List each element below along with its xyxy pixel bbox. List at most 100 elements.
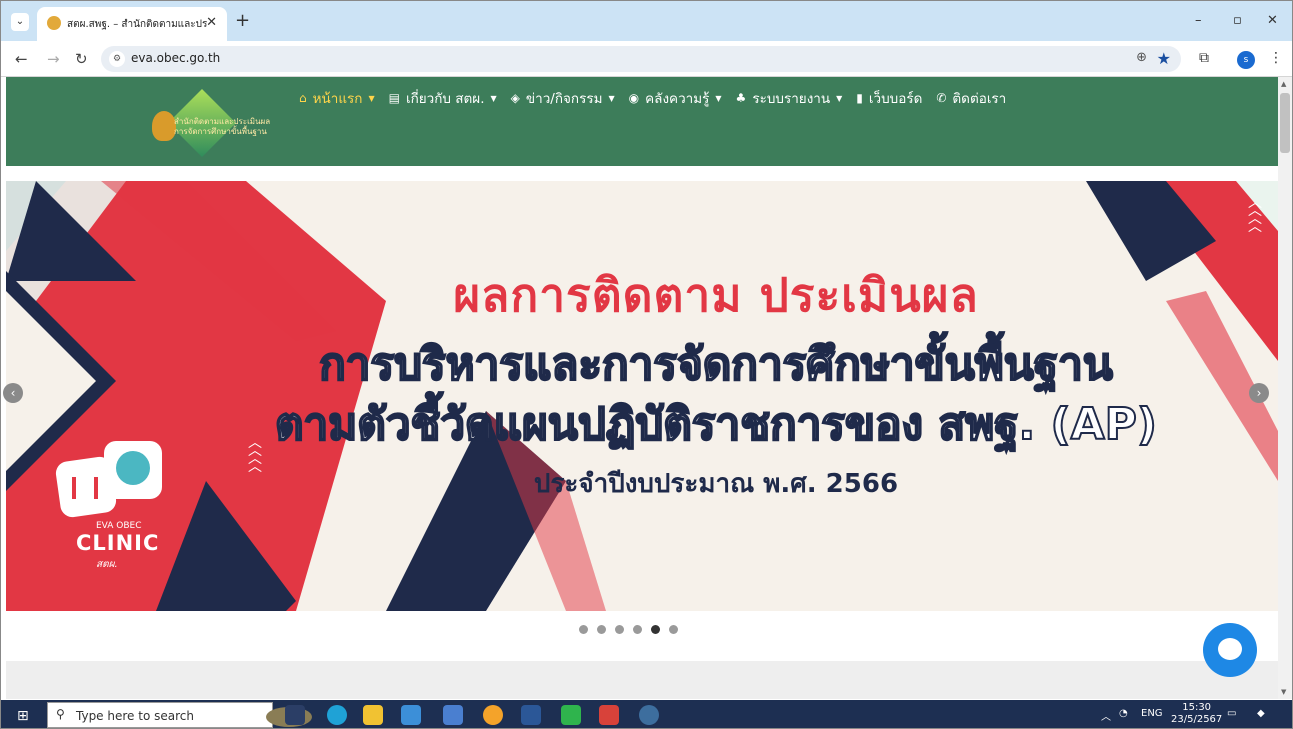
hero-banner-slide[interactable]: ผลการติดตาม ประเมินผล การบริหารและการจัด… bbox=[6, 181, 1278, 611]
reload-icon[interactable]: ↻ bbox=[75, 50, 88, 68]
menu-label: ข่าว/กิจกรรม bbox=[525, 91, 603, 107]
caret-down-icon: ▼ bbox=[608, 93, 615, 103]
caret-down-icon: ▼ bbox=[715, 93, 722, 103]
menu-item-news[interactable]: ◈ ข่าว/กิจกรรม ▼ bbox=[511, 87, 615, 109]
site-header: สำนักติดตามและประเมินผล การจัดการศึกษาขั… bbox=[6, 77, 1278, 166]
language-indicator[interactable]: ENG bbox=[1141, 708, 1163, 719]
caret-down-icon: ▼ bbox=[836, 93, 843, 103]
word-icon[interactable] bbox=[521, 705, 541, 725]
menu-item-report[interactable]: ♣ ระบบรายงาน ▼ bbox=[736, 87, 843, 109]
new-tab-button[interactable]: + bbox=[235, 10, 250, 31]
back-icon[interactable]: ← bbox=[15, 50, 28, 68]
windows-start-icon[interactable]: ⊞ bbox=[17, 708, 29, 724]
notifications-icon[interactable]: ▭ bbox=[1227, 708, 1236, 719]
taskbar-search-placeholder: Type here to search bbox=[76, 709, 194, 723]
restore-button[interactable]: ▫ bbox=[1233, 13, 1242, 28]
chrome-profile-icon[interactable] bbox=[639, 705, 659, 725]
carousel-indicators bbox=[579, 625, 678, 634]
taskbar-search-box[interactable]: ⚲ Type here to search bbox=[47, 702, 312, 728]
close-tab-icon[interactable]: ✕ bbox=[206, 15, 217, 30]
chevrons-up-icon: ︿ ︿ ︿ ︿ bbox=[248, 435, 262, 475]
store-icon[interactable] bbox=[443, 705, 463, 725]
clinic-sub-text: สตผ. bbox=[96, 559, 118, 570]
main-menu: ⌂ หน้าแรก ▼ ▤ เกี่ยวกับ สตผ. ▼ ◈ ข่าว/กิ… bbox=[299, 87, 1020, 109]
windows-taskbar: ⊞ ⚲ Type here to search ︿ ◔ ENG 15:30 23… bbox=[1, 700, 1292, 728]
tab-strip: ⌄ สตผ.สพฐ. – สำนักติดตามและประเมิน ✕ + –… bbox=[1, 1, 1292, 41]
menu-label: คลังความรู้ bbox=[645, 91, 710, 107]
chevrons-up-icon-right: ︿ ︿ ︿ ︿ bbox=[1248, 195, 1262, 235]
comment-icon: ▮ bbox=[856, 91, 863, 105]
tray-expand-icon[interactable]: ︿ bbox=[1101, 708, 1111, 723]
site-info-icon[interactable]: ⚙ bbox=[109, 51, 125, 67]
edge-browser-icon[interactable] bbox=[327, 705, 347, 725]
carousel-dot[interactable] bbox=[597, 625, 606, 634]
file-explorer-icon[interactable] bbox=[363, 705, 383, 725]
tab-title: สตผ.สพฐ. – สำนักติดตามและประเมิน bbox=[67, 19, 207, 30]
page-scrollbar[interactable]: ▲ ▼ bbox=[1278, 77, 1292, 699]
zoom-icon[interactable]: ⊕ bbox=[1136, 50, 1147, 65]
logo-line2: การจัดการศึกษาขั้นพื้นฐาน bbox=[174, 127, 267, 136]
clock-date: 23/5/2567 bbox=[1171, 714, 1223, 725]
site-logo[interactable]: สำนักติดตามและประเมินผล การจัดการศึกษาขั… bbox=[152, 89, 282, 157]
handshake-heart-icon bbox=[116, 451, 150, 485]
eva-clinic-logo: EVA OBEC CLINIC สตผ. bbox=[36, 441, 186, 581]
globe-icon: ◉ bbox=[628, 91, 640, 105]
taskbar-clock[interactable]: 15:30 23/5/2567 bbox=[1171, 702, 1222, 726]
browser-tab[interactable]: สตผ.สพฐ. – สำนักติดตามและประเมิน ✕ bbox=[37, 7, 227, 41]
minimize-button[interactable]: – bbox=[1195, 13, 1202, 28]
page-footer-strip bbox=[6, 661, 1278, 699]
caret-down-icon: ▼ bbox=[490, 93, 497, 103]
banner-line3: ตามตัวชี้วัดแผนปฏิบัติราชการของ สพฐ. (AP… bbox=[274, 398, 1158, 451]
network-icon[interactable]: ◔ bbox=[1119, 708, 1128, 719]
browser-toolbar: ← → ↻ ⚙ eva.obec.go.th ⊕ ★ ⧉ ⋮ bbox=[1, 41, 1292, 77]
menu-kebab-icon[interactable]: ⋮ bbox=[1269, 50, 1283, 66]
clinic-small-text: EVA OBEC bbox=[96, 521, 142, 531]
clock-time: 15:30 bbox=[1182, 702, 1212, 713]
tag-icon: ◈ bbox=[510, 91, 520, 105]
carousel-next-arrow[interactable]: › bbox=[1249, 383, 1269, 403]
forward-icon[interactable]: → bbox=[47, 50, 60, 68]
book-icon: ▤ bbox=[388, 91, 400, 105]
mail-icon[interactable] bbox=[401, 705, 421, 725]
line-app-icon[interactable] bbox=[561, 705, 581, 725]
menu-label: หน้าแรก bbox=[312, 91, 363, 107]
carousel-dot[interactable] bbox=[669, 625, 678, 634]
browser-window: ⌄ สตผ.สพฐ. – สำนักติดตามและประเมิน ✕ + –… bbox=[0, 0, 1293, 729]
menu-item-webboard[interactable]: ▮ เว็บบอร์ด bbox=[856, 87, 922, 109]
clinic-big-text: CLINIC bbox=[76, 531, 160, 555]
menu-label: ระบบรายงาน bbox=[752, 91, 831, 107]
chrome-icon[interactable] bbox=[483, 705, 503, 725]
carousel-dot[interactable] bbox=[633, 625, 642, 634]
banner-title: ผลการติดตาม ประเมินผล bbox=[453, 268, 979, 322]
bookmark-star-icon[interactable]: ★ bbox=[1157, 49, 1171, 68]
banner-line4: ประจำปีงบประมาณ พ.ศ. 2566 bbox=[533, 469, 899, 499]
pdf-reader-icon[interactable] bbox=[599, 705, 619, 725]
carousel-dot-active[interactable] bbox=[651, 625, 660, 634]
carousel-prev-arrow[interactable]: ‹ bbox=[3, 383, 23, 403]
chat-widget-button[interactable] bbox=[1203, 623, 1257, 677]
scroll-up-icon[interactable]: ▲ bbox=[1281, 80, 1286, 88]
site-favicon-icon bbox=[47, 16, 61, 30]
menu-item-home[interactable]: ⌂ หน้าแรก ▼ bbox=[299, 87, 375, 109]
task-view-icon[interactable] bbox=[285, 705, 305, 725]
search-icon: ⚲ bbox=[56, 707, 65, 721]
audio-bars-icon bbox=[72, 477, 98, 499]
profile-avatar[interactable]: s bbox=[1237, 51, 1255, 69]
menu-item-about[interactable]: ▤ เกี่ยวกับ สตผ. ▼ bbox=[389, 87, 497, 109]
logo-emblem-icon bbox=[152, 111, 176, 141]
menu-item-contact[interactable]: ✆ ติดต่อเรา bbox=[936, 87, 1006, 109]
scroll-down-icon[interactable]: ▼ bbox=[1281, 688, 1286, 696]
menu-label: เกี่ยวกับ สตผ. bbox=[405, 91, 485, 107]
close-window-button[interactable]: ✕ bbox=[1267, 13, 1278, 28]
menu-item-knowledge[interactable]: ◉ คลังความรู้ ▼ bbox=[629, 87, 722, 109]
tab-search-icon[interactable]: ⌄ bbox=[11, 13, 29, 31]
app-tray-icon[interactable]: ◆ bbox=[1257, 708, 1265, 719]
url-text[interactable]: eva.obec.go.th bbox=[131, 51, 220, 65]
phone-icon: ✆ bbox=[936, 91, 947, 105]
address-bar[interactable]: ⚙ eva.obec.go.th ⊕ ★ bbox=[101, 46, 1181, 72]
menu-label: ติดต่อเรา bbox=[952, 91, 1007, 107]
scrollbar-thumb[interactable] bbox=[1280, 93, 1290, 153]
carousel-dot[interactable] bbox=[579, 625, 588, 634]
carousel-dot[interactable] bbox=[615, 625, 624, 634]
extensions-icon[interactable]: ⧉ bbox=[1199, 50, 1209, 66]
